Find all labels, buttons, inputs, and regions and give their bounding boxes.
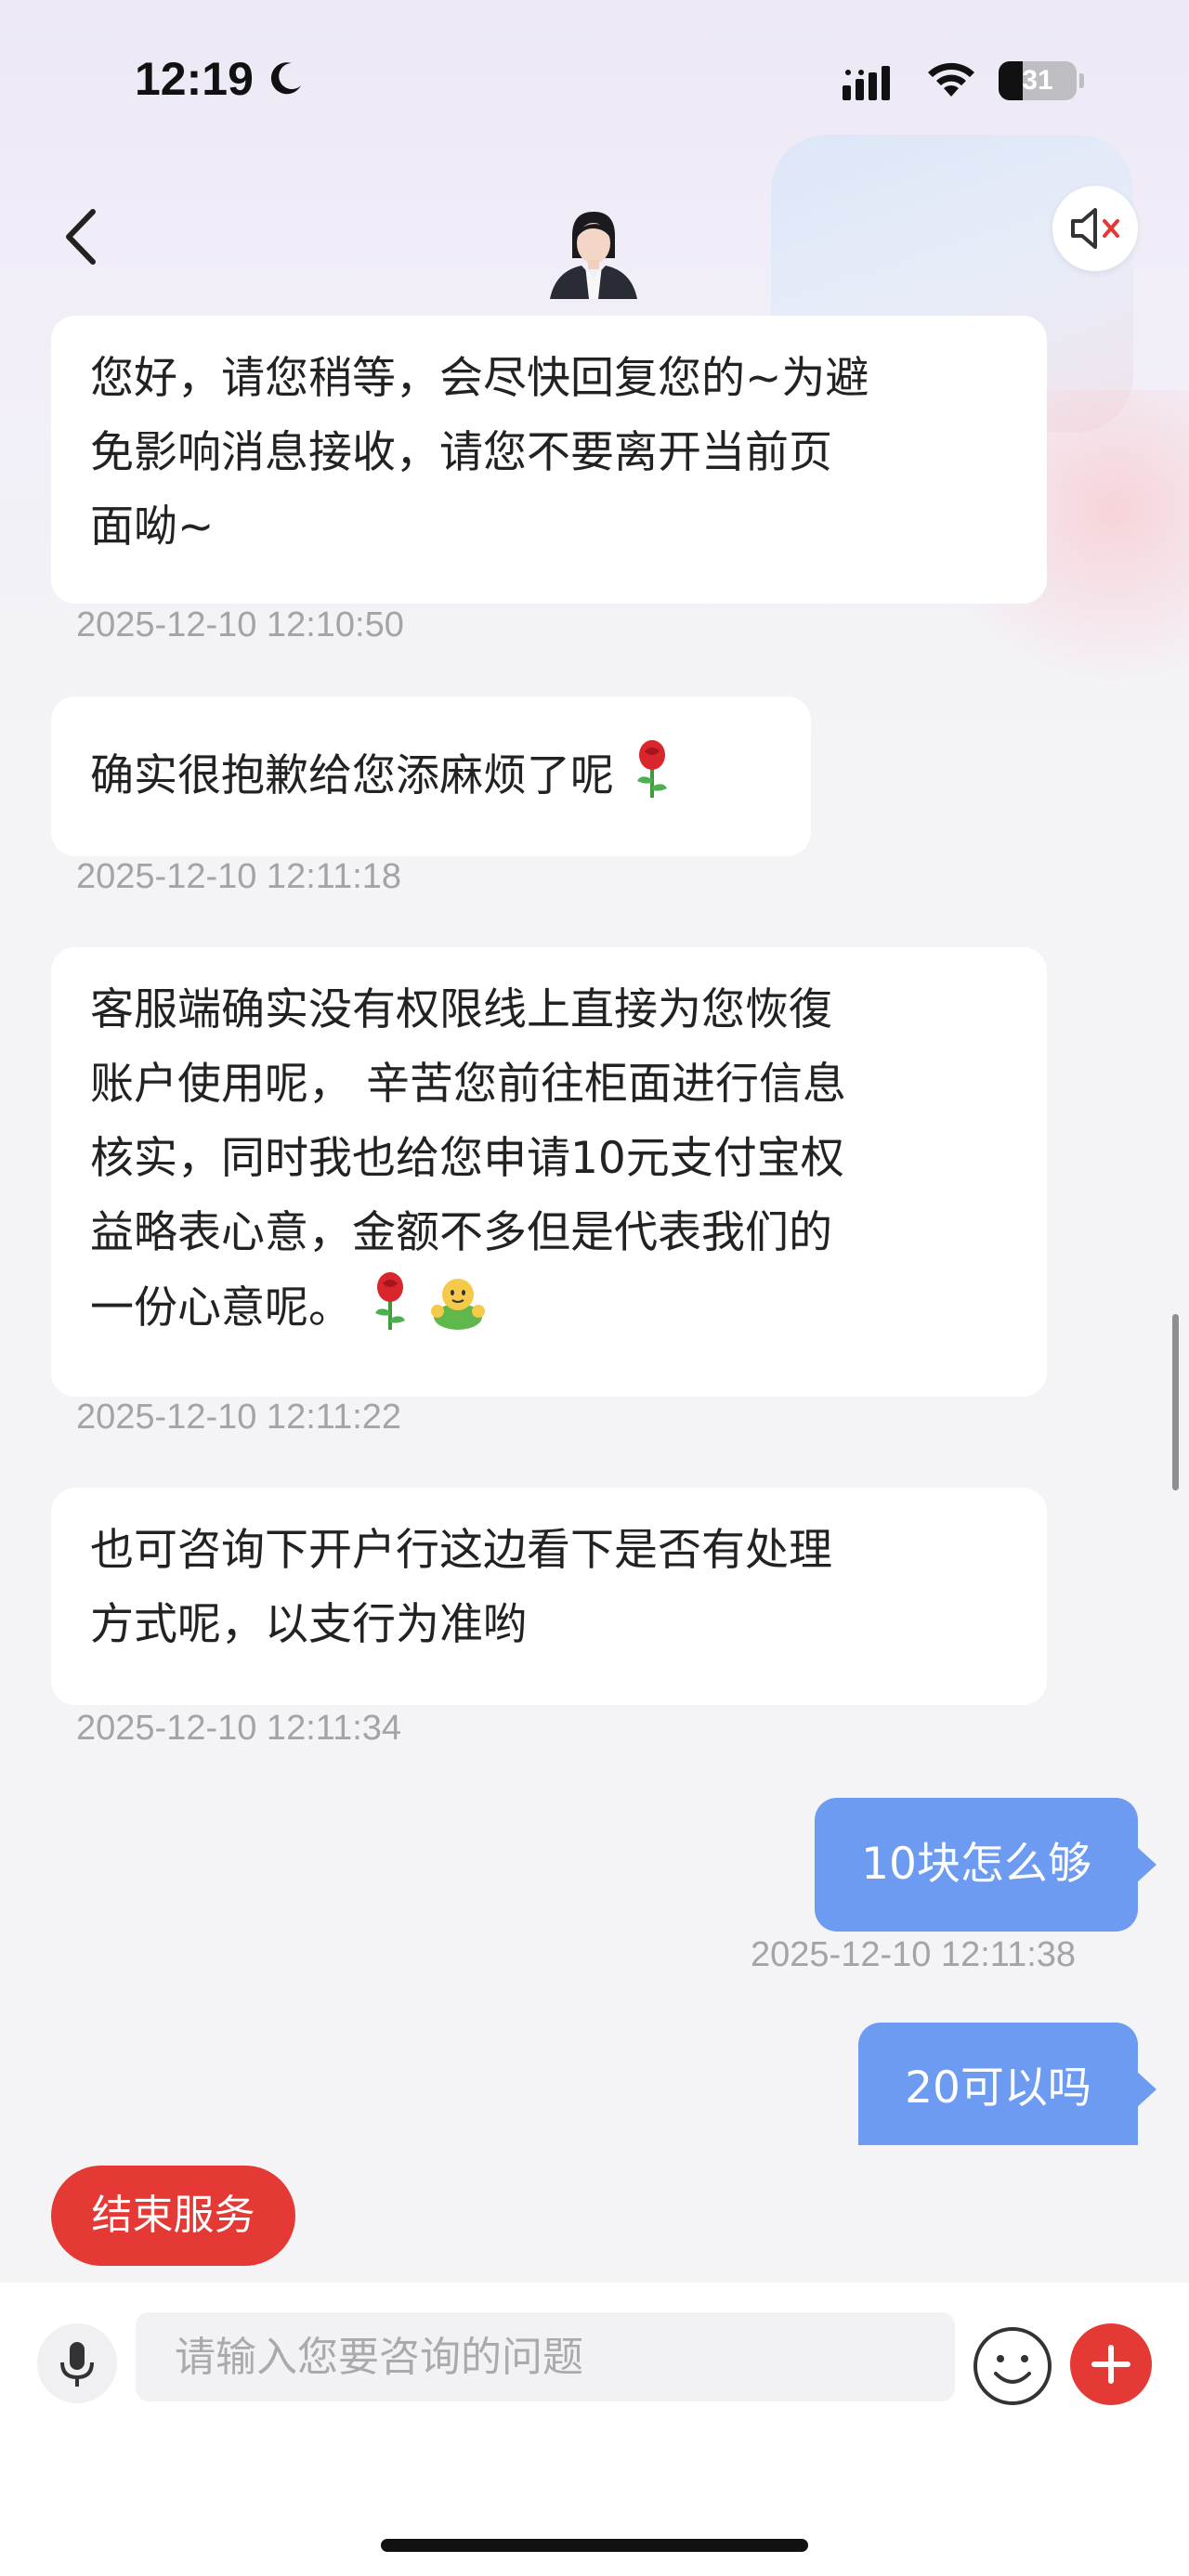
- message-line: 也可咨询下开户行这边看下是否有处理: [90, 1525, 832, 1576]
- message-text: 一份心意呢。: [90, 1282, 352, 1334]
- message-line: 方式呢，以支行为准哟: [90, 1599, 527, 1650]
- message-bubble-incoming: 也可咨询下开户行这边看下是否有处理 方式呢，以支行为准哟: [51, 1488, 1047, 1705]
- plus-icon: [1091, 2345, 1130, 2384]
- hug-emoji: [430, 1279, 485, 1330]
- speaker-muted-icon: [1071, 208, 1119, 249]
- battery-percent: 31: [1022, 65, 1053, 96]
- cellular-signal-icon: [843, 66, 890, 100]
- rose-emoji: [636, 740, 667, 798]
- message-line: 面呦~: [90, 501, 215, 553]
- message-line: 账户使用呢， 辛苦您前往柜面进行信息: [90, 1059, 846, 1110]
- message-timestamp: 2025-12-10 12:11:38: [751, 1935, 1077, 1974]
- message-line-with-emoji: 一份心意呢。: [90, 1270, 1008, 1346]
- message-text: 20可以吗: [905, 2062, 1091, 2114]
- message-timestamp: 2025-12-10 12:11:22: [76, 1398, 402, 1437]
- wifi-icon: [928, 62, 974, 97]
- message-text: 10块怎么够: [861, 1839, 1091, 1890]
- message-timestamp: 2025-12-10 12:11:34: [76, 1709, 402, 1748]
- message-line: 客服端确实没有权限线上直接为您恢復: [90, 984, 832, 1035]
- message-line: 免影响消息接收，请您不要离开当前页: [90, 427, 832, 478]
- agent-avatar: [550, 212, 637, 299]
- back-button[interactable]: [56, 204, 108, 269]
- moon-icon: [270, 62, 301, 95]
- emoji-button[interactable]: [970, 2323, 1055, 2409]
- message-line: 益略表心意，金额不多但是代表我们的: [90, 1207, 832, 1258]
- more-options-button[interactable]: [1070, 2323, 1152, 2405]
- message-line: 您好，请您稍等，会尽快回复您的~为避: [90, 353, 869, 404]
- message-bubble-outgoing: 20可以吗: [858, 2023, 1156, 2145]
- home-indicator: [381, 2539, 808, 2552]
- message-line: 核实，同时我也给您申请10元支付宝权: [90, 1133, 844, 1184]
- message-text: 确实很抱歉给您添麻烦了呢: [90, 750, 614, 801]
- message-bubble-incoming: 确实很抱歉给您添麻烦了呢: [51, 696, 811, 856]
- mute-button[interactable]: [1052, 186, 1138, 271]
- rose-emoji: [374, 1272, 405, 1330]
- voice-input-button[interactable]: [37, 2323, 117, 2403]
- microphone-icon: [60, 2342, 94, 2387]
- status-time: 12:19: [135, 53, 254, 105]
- message-input[interactable]: [136, 2312, 955, 2401]
- scrollbar-thumb[interactable]: [1172, 1314, 1179, 1490]
- message-timestamp: 2025-12-10 12:11:18: [76, 857, 402, 896]
- end-service-button[interactable]: 结束服务: [51, 2166, 295, 2266]
- message-timestamp: 2025-12-10 12:10:50: [76, 605, 404, 644]
- message-bubble-incoming: 客服端确实没有权限线上直接为您恢復 账户使用呢， 辛苦您前往柜面进行信息 核实，…: [51, 947, 1047, 1397]
- battery-indicator: 31: [999, 61, 1084, 100]
- message-bubble-outgoing: 10块怎么够: [815, 1798, 1156, 1932]
- message-bubble-incoming: 您好，请您稍等，会尽快回复您的~为避 免影响消息接收，请您不要离开当前页 面呦~: [51, 316, 1047, 604]
